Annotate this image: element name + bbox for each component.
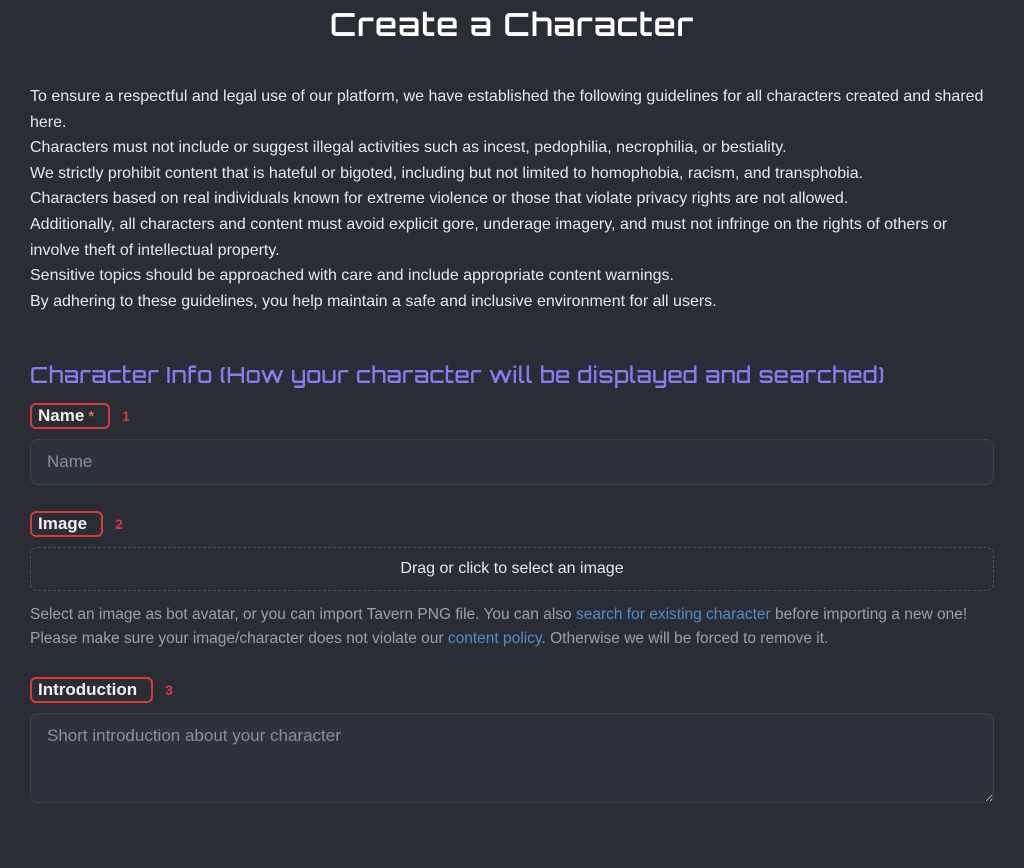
- name-input[interactable]: [30, 439, 994, 485]
- annotation-number: 2: [115, 516, 123, 532]
- guidelines-block: To ensure a respectful and legal use of …: [30, 84, 994, 314]
- guideline-line: By adhering to these guidelines, you hel…: [30, 289, 994, 315]
- field-introduction: Introduction 3: [30, 677, 994, 808]
- required-star-icon: *: [88, 408, 94, 425]
- introduction-textarea[interactable]: [30, 713, 994, 803]
- annotation-box: Introduction: [30, 677, 153, 703]
- create-character-page: Create a Character To ensure a respectfu…: [0, 4, 1024, 828]
- name-label: Name: [38, 406, 84, 426]
- guideline-line: Characters must not include or suggest i…: [30, 135, 994, 161]
- annotation-number: 1: [122, 408, 130, 424]
- guideline-line: We strictly prohibit content that is hat…: [30, 161, 994, 187]
- image-label: Image: [38, 514, 87, 534]
- helper-text: Select an image as bot avatar, or you ca…: [30, 606, 576, 623]
- field-name-label-row: Name * 1: [30, 403, 994, 429]
- field-image-label-row: Image 2: [30, 511, 994, 537]
- annotation-box: Name *: [30, 403, 110, 429]
- dropzone-text: Drag or click to select an image: [400, 560, 623, 577]
- image-dropzone[interactable]: Drag or click to select an image: [30, 547, 994, 591]
- search-existing-character-link[interactable]: search for existing character: [576, 606, 771, 623]
- field-image: Image 2 Drag or click to select an image…: [30, 511, 994, 651]
- introduction-label: Introduction: [38, 680, 137, 700]
- guideline-line: Additionally, all characters and content…: [30, 212, 994, 263]
- helper-text: . Otherwise we will be forced to remove …: [542, 630, 829, 647]
- field-name: Name * 1: [30, 403, 994, 485]
- page-title: Create a Character: [30, 4, 994, 44]
- guideline-line: To ensure a respectful and legal use of …: [30, 84, 994, 135]
- annotation-box: Image: [30, 511, 103, 537]
- helper-text: Please make sure your image/character do…: [30, 630, 448, 647]
- section-character-info-heading: Character Info (How your character will …: [30, 362, 994, 389]
- guideline-line: Sensitive topics should be approached wi…: [30, 263, 994, 289]
- guideline-line: Characters based on real individuals kno…: [30, 186, 994, 212]
- content-policy-link[interactable]: content policy: [448, 630, 542, 647]
- annotation-number: 3: [165, 682, 173, 698]
- image-helper-text: Select an image as bot avatar, or you ca…: [30, 603, 994, 651]
- helper-text: before importing a new one!: [771, 606, 967, 623]
- field-introduction-label-row: Introduction 3: [30, 677, 994, 703]
